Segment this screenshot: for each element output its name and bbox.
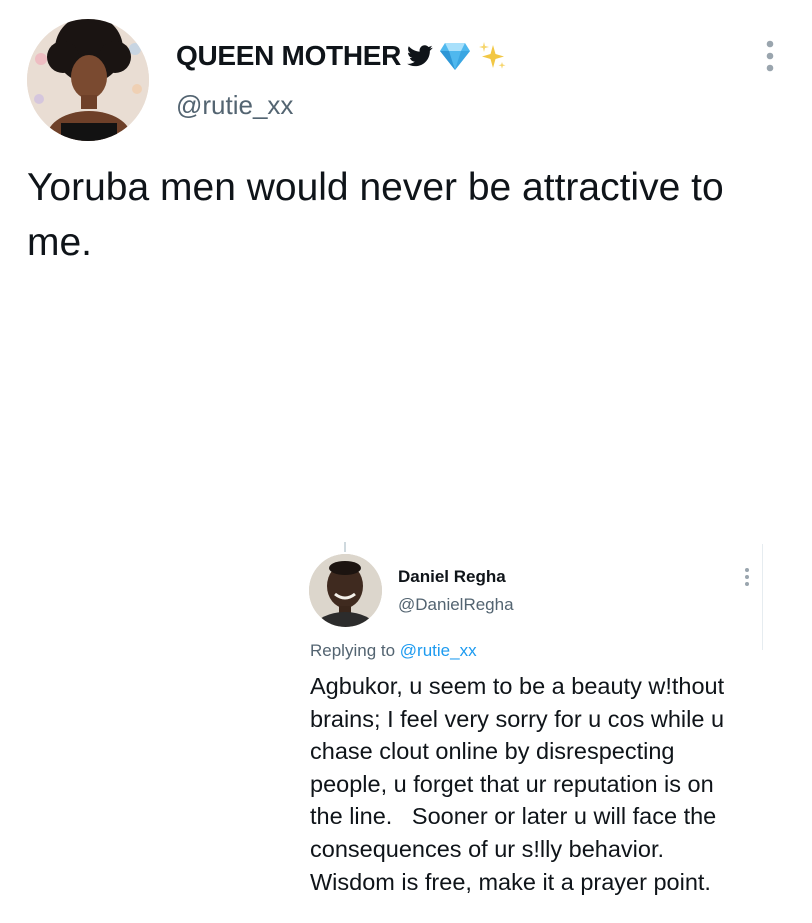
reply-text: Agbukor, u seem to be a beauty w!thout b… <box>310 670 790 898</box>
tweet-text-line: Yoruba men would never be attractive to <box>27 166 724 209</box>
author-handle[interactable]: @DanielRegha <box>398 595 514 615</box>
reply-text-line: the line. Sooner or later u will face th… <box>310 803 717 830</box>
replying-to-label: Replying to <box>310 641 396 660</box>
author-name[interactable]: Daniel Regha <box>398 567 506 587</box>
avatar[interactable] <box>309 554 382 627</box>
reply-text-line: Wisdom is free, make it a prayer point. <box>310 868 711 895</box>
author-name-row: QUEEN MOTHER <box>176 40 507 72</box>
twitter-bird-icon <box>407 45 433 67</box>
sparkles-icon <box>479 42 506 69</box>
replying-to: Replying to @rutie_xx <box>310 641 477 661</box>
reply-text-line: Agbukor, u seem to be a beauty w!thout <box>310 673 725 699</box>
replying-to-mention[interactable]: @rutie_xx <box>400 641 477 660</box>
more-options-icon[interactable] <box>743 567 751 587</box>
avatar-photo <box>27 19 149 141</box>
reply-text-line: chase clout online by disrespecting <box>310 738 675 765</box>
divider <box>762 544 763 650</box>
reply-text-line: brains; I feel very sorry for u cos whil… <box>310 705 725 732</box>
more-options-icon[interactable] <box>763 40 777 72</box>
reply-text-line: people, u forget that ur reputation is o… <box>310 770 714 797</box>
thread-connector <box>344 542 346 552</box>
tweet-text: Yoruba men would never be attractive to … <box>27 160 797 270</box>
reply-tweet: Daniel Regha @DanielRegha Replying to @r… <box>300 540 812 923</box>
author-name[interactable]: QUEEN MOTHER <box>176 40 401 72</box>
avatar-photo <box>309 554 382 627</box>
avatar[interactable] <box>27 19 149 141</box>
reply-text-line: consequences of ur s!lly behavior. <box>310 835 665 862</box>
original-tweet: QUEEN MOTHER @rutie_xx Yoruba men would … <box>0 0 812 540</box>
author-handle[interactable]: @rutie_xx <box>176 90 293 121</box>
tweet-text-line: me. <box>27 221 93 264</box>
gem-icon <box>440 43 471 70</box>
